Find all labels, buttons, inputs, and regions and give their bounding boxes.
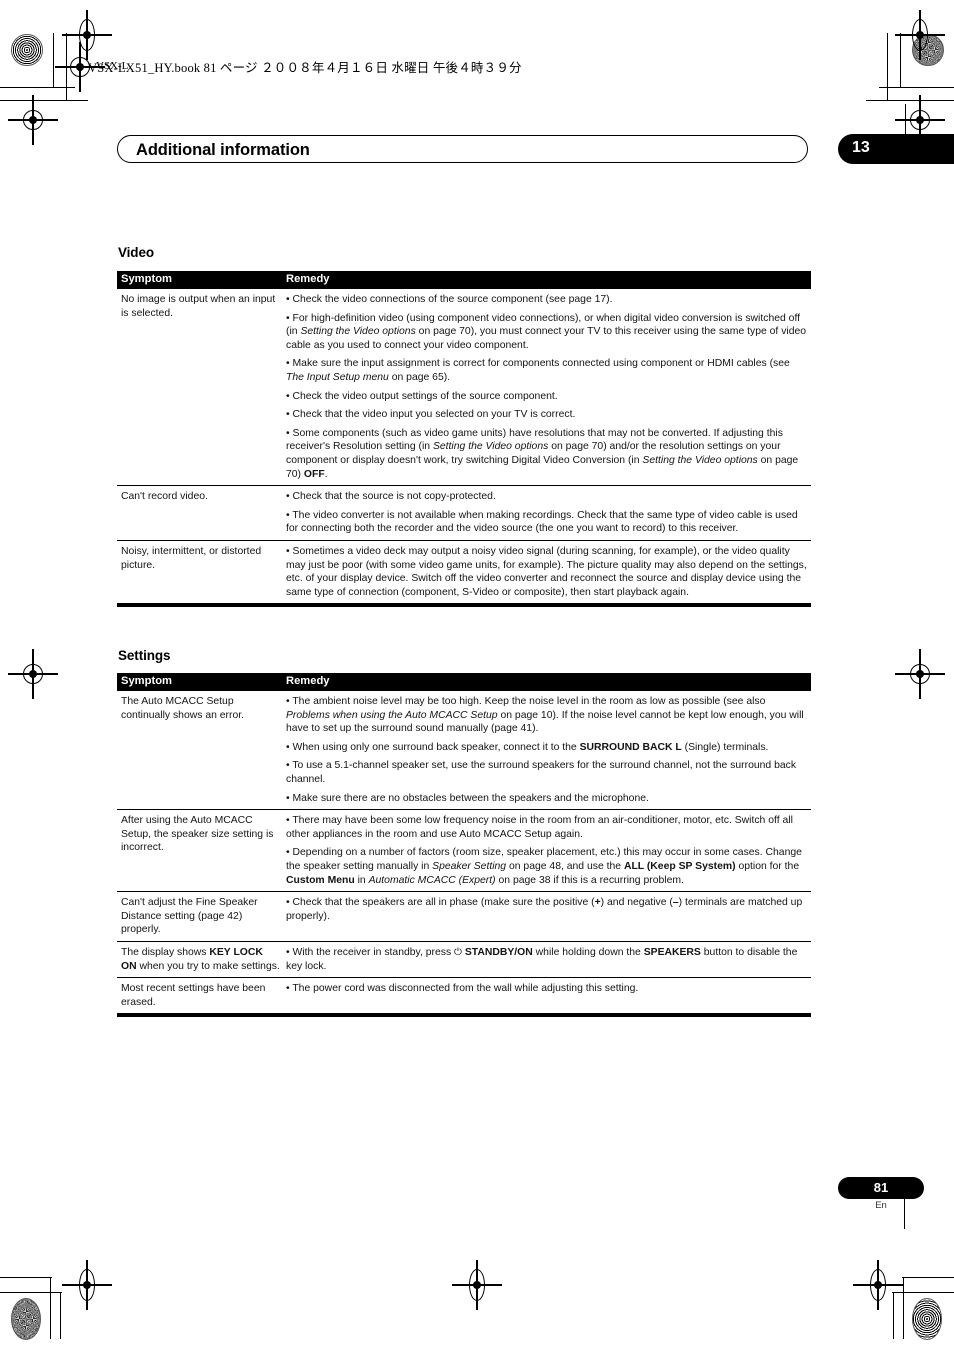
table-row: The display shows KEY LOCK ON when you t… xyxy=(117,942,811,979)
table-row: Can't record video. • Check that the sour… xyxy=(117,486,811,541)
crop-mark xyxy=(0,87,75,89)
crop-mark xyxy=(903,1277,905,1339)
crop-mark xyxy=(53,33,55,87)
page-title: Additional information xyxy=(136,141,310,159)
page-canvas: VSX-L VSX-LX51_HY.book 81 ページ ２００８年４月１６日… xyxy=(0,0,954,1350)
crop-mark xyxy=(0,100,88,102)
registration-mark xyxy=(895,95,945,145)
cell-symptom: The Auto MCACC Setup continually shows a… xyxy=(121,696,245,721)
registration-mark xyxy=(895,649,945,699)
table-row: After using the Auto MCACC Setup, the sp… xyxy=(117,810,811,893)
troubleshooting-table-settings: Symptom Remedy The Auto MCACC Setup contin… xyxy=(117,673,811,1018)
page-number: 81 xyxy=(873,1180,889,1195)
table-row: No image is output when an input is sele… xyxy=(117,289,811,487)
cell-remedy: • The ambient noise level may be too hig… xyxy=(286,696,804,804)
section-heading-settings: Settings xyxy=(118,648,171,663)
crop-mark xyxy=(892,1292,954,1294)
registration-mark xyxy=(62,1260,112,1310)
crop-mark xyxy=(50,1277,52,1339)
table-header-row: Symptom Remedy xyxy=(117,673,811,691)
column-header-remedy: Remedy xyxy=(286,273,330,285)
table-row: Can't adjust the Fine Speaker Distance s… xyxy=(117,892,811,942)
crop-mark xyxy=(0,1277,52,1279)
registration-mark xyxy=(8,95,58,145)
column-header-remedy: Remedy xyxy=(286,675,330,687)
column-header-symptom: Symptom xyxy=(121,273,172,285)
registration-mark xyxy=(62,10,112,60)
page-number-pill: 81 xyxy=(838,1177,924,1199)
cell-symptom: Noisy, intermittent, or distorted pictur… xyxy=(121,545,262,571)
cell-remedy: • Sometimes a video deck may output a no… xyxy=(286,545,807,598)
cell-remedy: • Check the video connections of the sou… xyxy=(286,294,807,480)
cell-symptom: Most recent settings have been erased. xyxy=(121,983,266,1008)
page-language-code: En xyxy=(875,1200,887,1211)
table-row: The Auto MCACC Setup continually shows a… xyxy=(117,691,811,811)
crop-mark xyxy=(879,87,954,89)
table-bottom-rule xyxy=(117,1014,811,1018)
halftone-density-patch xyxy=(11,1298,41,1340)
table-row: Most recent settings have been erased. • … xyxy=(117,978,811,1015)
chapter-number: 13 xyxy=(852,139,870,156)
crop-mark xyxy=(60,1292,62,1339)
crop-mark xyxy=(887,33,889,100)
cell-remedy: • The power cord was disconnected from t… xyxy=(286,983,639,995)
cell-remedy: • Check that the speakers are all in pha… xyxy=(286,897,803,922)
registration-mark xyxy=(8,649,58,699)
crop-mark xyxy=(902,1277,954,1279)
chapter-number-tab: 13 xyxy=(838,134,954,164)
crop-mark xyxy=(866,100,954,102)
registration-mark xyxy=(895,10,945,60)
crop-mark xyxy=(900,33,902,87)
cell-symptom: The display shows KEY LOCK ON when you t… xyxy=(121,946,280,972)
cell-remedy: • Check that the source is not copy-prot… xyxy=(286,491,798,535)
halftone-density-patch xyxy=(912,1298,942,1340)
chapter-tab-leader-line xyxy=(905,104,907,138)
cell-symptom: After using the Auto MCACC Setup, the sp… xyxy=(121,815,274,854)
cell-symptom: Can't record video. xyxy=(121,491,208,503)
registration-mark xyxy=(452,1260,502,1310)
halftone-density-patch xyxy=(11,34,43,66)
print-book-header: VSX-LX51_HY.book 81 ページ ２００８年４月１６日 水曜日 午… xyxy=(88,61,522,75)
table-bottom-rule xyxy=(117,604,811,608)
cell-symptom: No image is output when an input is sele… xyxy=(121,294,276,319)
column-header-symptom: Symptom xyxy=(121,675,172,687)
cell-remedy: • There may have been some low frequency… xyxy=(286,815,802,886)
cell-remedy: • With the receiver in standby, press ⏻ … xyxy=(286,946,798,972)
cell-symptom: Can't adjust the Fine Speaker Distance s… xyxy=(121,897,258,936)
chapter-title-bar: Additional information xyxy=(117,135,808,163)
registration-mark xyxy=(853,1260,903,1310)
table-header-row: Symptom Remedy xyxy=(117,271,811,289)
troubleshooting-table-video: Symptom Remedy No image is output when an … xyxy=(117,271,811,608)
section-heading-video: Video xyxy=(118,245,155,260)
crop-mark xyxy=(0,1292,62,1294)
table-row: Noisy, intermittent, or distorted pictur… xyxy=(117,541,811,605)
